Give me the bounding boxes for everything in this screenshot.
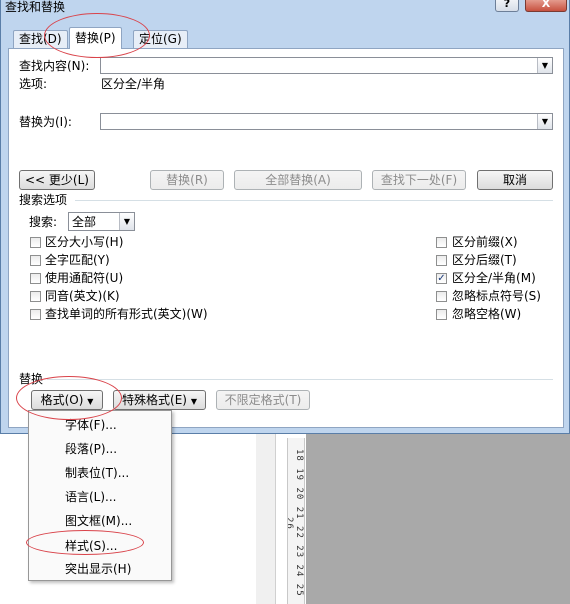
chevron-down-icon: ▼ bbox=[190, 397, 197, 406]
ignore-space-label: 忽略空格(W) bbox=[452, 307, 522, 321]
all-word-forms-checkbox[interactable] bbox=[30, 309, 41, 320]
tab-find[interactable]: 查找(D) bbox=[13, 30, 68, 49]
match-suffix-checkbox[interactable] bbox=[436, 255, 447, 266]
search-direction-dropdown-icon[interactable]: ▼ bbox=[119, 213, 134, 230]
wildcards-label: 使用通配符(U) bbox=[45, 271, 124, 285]
search-direction-label: 搜索: bbox=[29, 215, 58, 229]
special-format-button[interactable]: 特殊格式(E) ▼ bbox=[113, 390, 206, 410]
tab-replace[interactable]: 替换(P) bbox=[69, 27, 122, 49]
match-width-label: 区分全/半角(M) bbox=[452, 271, 536, 285]
search-options-heading: 搜索选项 bbox=[19, 193, 68, 207]
match-width-checkbox[interactable]: ✓ bbox=[436, 273, 447, 284]
menu-item-highlight[interactable]: 突出显示(H) bbox=[65, 562, 131, 576]
cancel-button[interactable]: 取消 bbox=[477, 170, 553, 190]
menu-item-frame[interactable]: 图文框(M)... bbox=[65, 514, 132, 528]
sounds-like-label: 同音(英文)(K) bbox=[45, 289, 120, 303]
dialog-title: 查找和替换 bbox=[5, 0, 66, 14]
match-suffix-label: 区分后缀(T) bbox=[452, 253, 517, 267]
ignore-punctuation-label: 忽略标点符号(S) bbox=[452, 289, 541, 303]
chevron-down-icon: ▼ bbox=[87, 397, 94, 406]
match-case-label: 区分大小写(H) bbox=[45, 235, 124, 249]
menu-item-style[interactable]: 样式(S)... bbox=[65, 539, 117, 553]
replace-label: 替换为(I): bbox=[19, 115, 72, 129]
document-gray-area bbox=[306, 432, 570, 604]
wildcards-checkbox[interactable] bbox=[30, 273, 41, 284]
all-word-forms-label: 查找单词的所有形式(英文)(W) bbox=[45, 307, 208, 321]
format-button[interactable]: 格式(O) ▼ bbox=[31, 390, 103, 410]
options-label: 选项: bbox=[19, 77, 48, 91]
match-prefix-label: 区分前缀(X) bbox=[452, 235, 518, 249]
find-replace-dialog: 查找和替换 ? X 查找(D) 替换(P) 定位(G) 查找内容(N): ▼ 选… bbox=[0, 0, 570, 434]
find-input[interactable]: ▼ bbox=[100, 57, 553, 74]
replace-input[interactable]: ▼ bbox=[100, 113, 553, 130]
less-button[interactable]: << 更少(L) bbox=[19, 170, 95, 190]
find-label: 查找内容(N): bbox=[19, 59, 90, 73]
find-dropdown-icon[interactable]: ▼ bbox=[537, 58, 552, 73]
replace-all-button[interactable]: 全部替换(A) bbox=[234, 170, 362, 190]
replace-dropdown-icon[interactable]: ▼ bbox=[537, 114, 552, 129]
close-button[interactable]: X bbox=[525, 0, 567, 12]
ignore-punctuation-checkbox[interactable] bbox=[436, 291, 447, 302]
replace-section-heading: 替换 bbox=[19, 372, 44, 386]
sounds-like-checkbox[interactable] bbox=[30, 291, 41, 302]
format-button-label: 格式(O) bbox=[40, 393, 84, 407]
find-next-button[interactable]: 查找下一处(F) bbox=[372, 170, 466, 190]
search-direction-value: 全部 bbox=[72, 215, 97, 229]
no-formatting-button[interactable]: 不限定格式(T) bbox=[216, 390, 310, 410]
special-format-button-label: 特殊格式(E) bbox=[122, 393, 187, 407]
menu-item-tabs[interactable]: 制表位(T)... bbox=[65, 466, 129, 480]
whole-word-checkbox[interactable] bbox=[30, 255, 41, 266]
menu-item-paragraph[interactable]: 段落(P)... bbox=[65, 442, 117, 456]
title-bar: 查找和替换 ? X bbox=[1, 0, 569, 16]
ignore-space-checkbox[interactable] bbox=[436, 309, 447, 320]
match-prefix-checkbox[interactable] bbox=[436, 237, 447, 248]
options-value: 区分全/半角 bbox=[101, 77, 166, 91]
search-direction-select[interactable]: 全部 ▼ bbox=[68, 212, 135, 231]
help-button[interactable]: ? bbox=[495, 0, 519, 12]
menu-item-font[interactable]: 字体(F)... bbox=[65, 418, 117, 432]
search-options-divider bbox=[75, 200, 553, 201]
check-mark-icon: ✓ bbox=[437, 273, 446, 284]
vertical-ruler: 18 19 20 21 22 23 24 25 26 bbox=[287, 438, 305, 604]
tab-goto[interactable]: 定位(G) bbox=[133, 30, 188, 49]
whole-word-label: 全字匹配(Y) bbox=[45, 253, 110, 267]
match-case-checkbox[interactable] bbox=[30, 237, 41, 248]
replace-section-divider bbox=[47, 379, 553, 380]
menu-item-language[interactable]: 语言(L)... bbox=[65, 490, 117, 504]
replace-button[interactable]: 替换(R) bbox=[150, 170, 224, 190]
document-edge bbox=[256, 432, 276, 604]
